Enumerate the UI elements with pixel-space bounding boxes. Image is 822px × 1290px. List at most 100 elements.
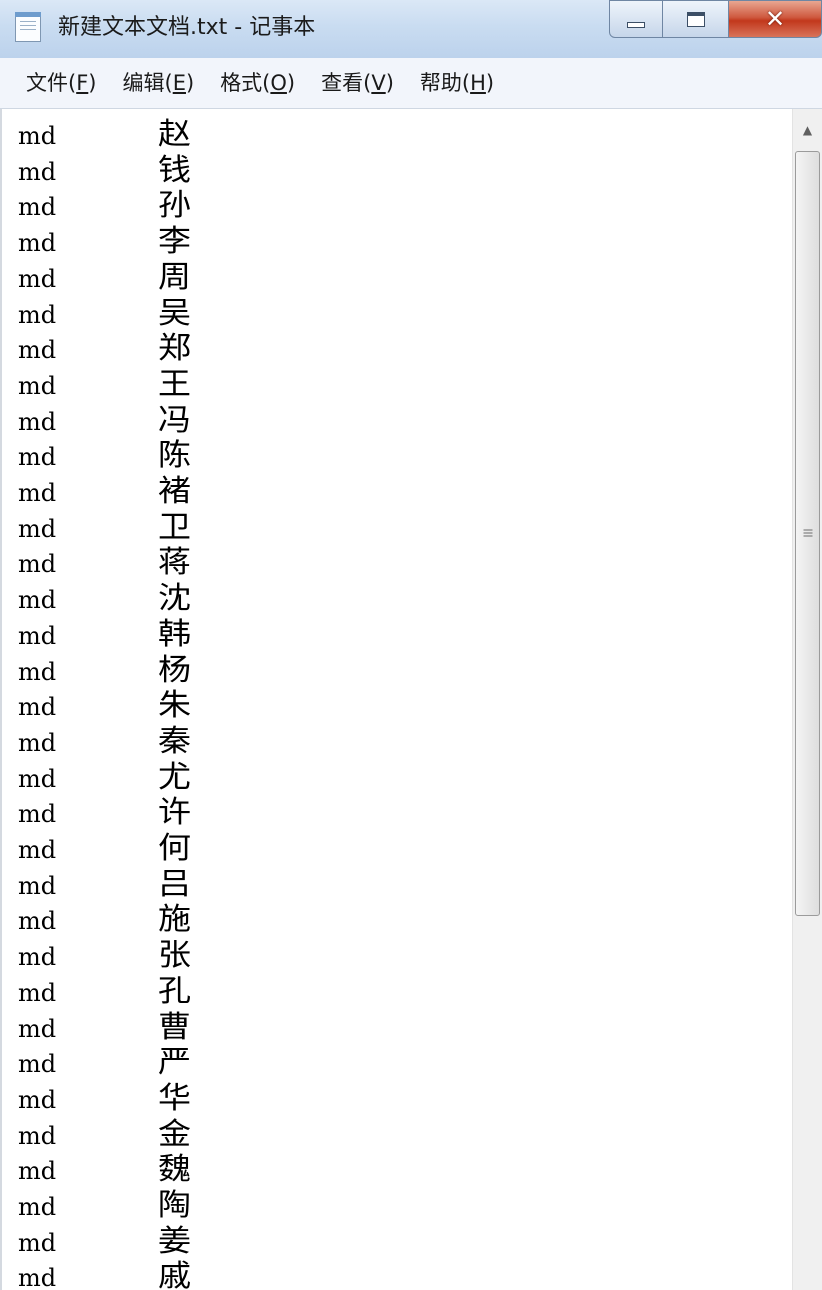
- line-prefix: md: [18, 371, 57, 400]
- line-surname: 李: [158, 224, 191, 260]
- line-surname: 王: [158, 366, 191, 402]
- text-line: md 戚: [18, 1259, 191, 1290]
- minimize-button[interactable]: [609, 0, 663, 38]
- line-surname: 周: [158, 259, 191, 295]
- text-line: md 曹: [18, 1009, 191, 1046]
- line-prefix: md: [18, 300, 57, 329]
- line-surname: 张: [158, 938, 191, 974]
- text-line: md 杨: [18, 653, 191, 689]
- text-line: md 周: [18, 259, 191, 296]
- line-surname: 蒋: [158, 545, 191, 581]
- menu-view[interactable]: 查看(V): [313, 66, 402, 100]
- line-prefix: md: [18, 1228, 57, 1257]
- line-prefix: md: [18, 943, 57, 972]
- line-surname: 秦: [158, 723, 191, 759]
- line-surname: 郑: [158, 331, 191, 367]
- line-surname: 曹: [158, 1009, 191, 1045]
- text-line: md 秦: [18, 723, 191, 760]
- vertical-scrollbar[interactable]: ▲: [792, 109, 822, 1290]
- text-line: md 沈: [18, 581, 191, 617]
- line-surname: 严: [158, 1045, 191, 1081]
- line-prefix: md: [18, 479, 57, 507]
- window-title: 新建文本文档.txt - 记事本: [58, 15, 316, 40]
- line-prefix: md: [18, 1085, 57, 1114]
- line-prefix: md: [18, 657, 57, 686]
- line-prefix: md: [18, 407, 57, 436]
- line-prefix: md: [18, 1050, 57, 1079]
- line-prefix: md: [18, 764, 57, 793]
- text-line: md 陈: [18, 438, 191, 474]
- text-editor-area[interactable]: md 赵 md 钱 md 孙 md 李 md 周 md 吴 md 郑 md 王 md 冯 md 陈 md 褚 md 卫 md 蒋 m…: [0, 109, 792, 1290]
- text-line: md 尤: [18, 759, 191, 796]
- line-prefix: md: [18, 1264, 57, 1290]
- maximize-icon: [686, 11, 705, 27]
- line-prefix: md: [18, 621, 57, 650]
- text-line: md 韩: [18, 617, 191, 653]
- line-surname: 华: [158, 1080, 191, 1116]
- text-line: md 吕: [18, 866, 191, 903]
- text-line: md 施: [18, 902, 191, 938]
- text-line: md 褚: [18, 474, 191, 510]
- close-button[interactable]: ✕: [729, 0, 822, 38]
- line-prefix: md: [18, 514, 57, 543]
- close-icon: ✕: [764, 5, 786, 33]
- minimize-icon: [627, 22, 645, 28]
- text-line: md 冯: [18, 402, 191, 439]
- text-line: md 何: [18, 831, 191, 867]
- line-prefix: md: [18, 728, 57, 757]
- line-prefix: md: [18, 800, 57, 829]
- line-surname: 朱: [158, 688, 191, 724]
- line-surname: 褚: [158, 474, 191, 509]
- line-prefix: md: [18, 693, 57, 722]
- text-line: md 赵: [18, 117, 191, 153]
- line-surname: 卫: [158, 509, 191, 545]
- line-prefix: md: [18, 550, 57, 579]
- menu-bar: 文件(F) 编辑(E) 格式(O) 查看(V) 帮助(H): [0, 58, 822, 109]
- line-prefix: md: [18, 443, 57, 472]
- line-prefix: md: [18, 1193, 57, 1221]
- menu-format[interactable]: 格式(O): [212, 66, 303, 100]
- line-prefix: md: [18, 157, 57, 186]
- line-surname: 姜: [158, 1223, 191, 1259]
- scroll-up-arrow-icon: ▲: [802, 123, 813, 137]
- line-prefix: md: [18, 871, 57, 900]
- title-bar[interactable]: 新建文本文档.txt - 记事本 ✕: [0, 0, 822, 59]
- text-line: md 钱: [18, 152, 191, 189]
- line-surname: 金: [158, 1116, 191, 1152]
- line-surname: 魏: [158, 1152, 191, 1188]
- line-surname: 赵: [158, 117, 191, 152]
- line-prefix: md: [18, 336, 57, 365]
- line-prefix: md: [18, 586, 57, 615]
- line-surname: 尤: [158, 759, 191, 795]
- line-surname: 吴: [158, 295, 191, 331]
- line-surname: 陶: [158, 1188, 191, 1223]
- text-line: md 陶: [18, 1188, 191, 1224]
- line-surname: 冯: [158, 402, 191, 438]
- line-surname: 施: [158, 902, 191, 938]
- text-line: md 朱: [18, 688, 191, 724]
- menu-edit[interactable]: 编辑(E): [115, 66, 203, 100]
- line-prefix: md: [18, 1157, 57, 1186]
- maximize-button[interactable]: [663, 0, 729, 38]
- line-surname: 孔: [158, 973, 191, 1009]
- scroll-thumb[interactable]: [795, 151, 820, 916]
- line-prefix: md: [18, 978, 57, 1007]
- text-line: md 姜: [18, 1223, 191, 1260]
- line-surname: 吕: [158, 866, 191, 902]
- text-line: md 王: [18, 366, 191, 403]
- text-line: md 魏: [18, 1152, 191, 1188]
- grip-icon: [803, 529, 812, 538]
- text-line: md 许: [18, 795, 191, 831]
- scroll-up-button[interactable]: ▲: [793, 109, 822, 151]
- line-surname: 钱: [158, 152, 191, 188]
- line-surname: 陈: [158, 438, 191, 474]
- menu-help[interactable]: 帮助(H): [412, 66, 502, 100]
- text-line: md 金: [18, 1116, 191, 1153]
- text-line: md 卫: [18, 509, 191, 546]
- line-prefix: md: [18, 836, 57, 864]
- text-line: md 李: [18, 224, 191, 260]
- menu-file[interactable]: 文件(F): [18, 66, 105, 100]
- line-surname: 孙: [158, 188, 191, 224]
- text-line: md 孔: [18, 973, 191, 1010]
- line-prefix: md: [18, 229, 57, 258]
